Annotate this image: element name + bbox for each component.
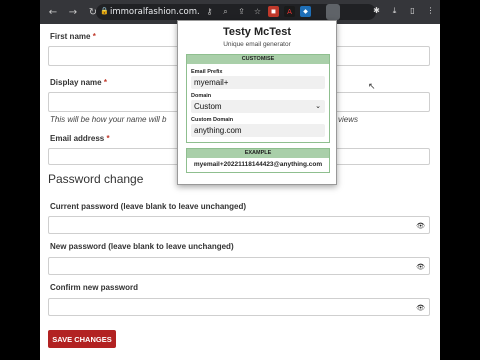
download-icon[interactable]: ⤓ (389, 5, 400, 16)
back-arrow-icon[interactable]: ← (46, 5, 60, 19)
display-name-label: Display name * (50, 78, 107, 87)
display-name-hint: This will be how your name will b (50, 115, 167, 124)
forward-arrow-icon[interactable]: → (66, 5, 80, 19)
eye-icon[interactable]: 👁 (416, 222, 425, 230)
popup-subtitle: Unique email generator (223, 41, 291, 48)
extension-blue-icon[interactable]: ◆ (300, 6, 311, 17)
first-name-label: First name * (50, 32, 96, 41)
domain-select[interactable]: Custom ⌄ (191, 100, 325, 113)
example-header: EXAMPLE (187, 149, 329, 158)
extensions-icon[interactable]: ✱ (371, 5, 382, 16)
confirm-password-field[interactable]: 👁 (48, 298, 430, 316)
extension-a-icon[interactable]: A (284, 6, 295, 17)
extension-red-icon[interactable]: ◼ (268, 6, 279, 17)
chevron-down-icon: ⌄ (315, 103, 321, 110)
domain-label: Domain (191, 93, 212, 99)
custom-domain-label: Custom Domain (191, 117, 234, 123)
new-password-field[interactable]: 👁 (48, 257, 430, 275)
domain-select-value: Custom (194, 102, 222, 111)
confirm-password-label: Confirm new password (50, 283, 139, 292)
example-email[interactable]: myemail+20221118144423@anything.com (187, 158, 329, 172)
browser-window: ← → ↻ 🔒 immoralfashion.com.au... ⚷ ⌕ ⇪ ☆… (40, 0, 440, 360)
zoom-icon[interactable]: ⌕ (220, 6, 231, 17)
email-label: Email address * (50, 134, 110, 143)
popup-title: Testy McTest (222, 26, 292, 38)
menu-icon[interactable]: ⋮ (425, 5, 436, 16)
customise-header: CUSTOMISE (187, 55, 329, 64)
lock-icon[interactable]: 🔒 (100, 7, 109, 16)
save-changes-button[interactable]: SAVE CHANGES (48, 330, 116, 348)
display-name-hint-end: views (338, 115, 359, 124)
example-panel: EXAMPLE myemail+20221118144423@anything.… (186, 148, 330, 173)
email-generator-popup: Testy McTest Unique email generator CUST… (177, 20, 337, 185)
current-password-field[interactable]: 👁 (48, 216, 430, 234)
email-prefix-label: Email Prefix (191, 69, 223, 75)
eye-icon[interactable]: 👁 (416, 263, 425, 271)
customise-panel: CUSTOMISE Email Prefix myemail+ Domain C… (186, 54, 330, 143)
url-text[interactable]: immoralfashion.com.au... (110, 7, 200, 17)
sidebar-icon[interactable]: ▯ (407, 5, 418, 16)
eye-icon[interactable]: 👁 (416, 304, 425, 312)
mouse-cursor-icon: ↖ (368, 82, 376, 92)
share-icon[interactable]: ⇪ (236, 6, 247, 17)
custom-domain-input[interactable]: anything.com (191, 124, 325, 137)
current-password-label: Current password (leave blank to leave u… (50, 202, 247, 211)
password-section-title: Password change (48, 172, 144, 186)
star-icon[interactable]: ☆ (252, 6, 263, 17)
key-icon[interactable]: ⚷ (204, 6, 215, 17)
new-password-label: New password (leave blank to leave uncha… (50, 242, 234, 251)
email-prefix-input[interactable]: myemail+ (191, 76, 325, 89)
active-extension-icon[interactable] (326, 4, 340, 20)
